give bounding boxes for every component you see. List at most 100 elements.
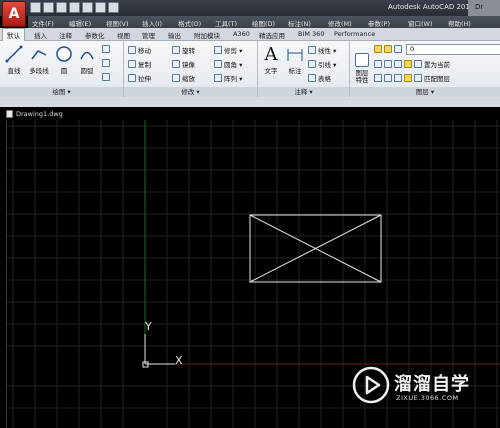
layer-state-icons	[374, 45, 402, 53]
lock-icon[interactable]	[394, 45, 402, 53]
draw-panel: 直线 多段线 圆 圆弧 绘图 ▾	[0, 41, 124, 97]
tab-view[interactable]: 视图	[117, 30, 130, 40]
table-tool[interactable]: 表格	[308, 73, 331, 83]
layer-dropdown[interactable]: 0	[406, 44, 500, 55]
tab-addins[interactable]: 附加模块	[194, 30, 220, 40]
draw-panel-title[interactable]: 绘图 ▾	[0, 87, 123, 97]
tab-a360[interactable]: A360	[233, 30, 250, 38]
hatch-tool[interactable]	[102, 59, 110, 67]
tab-default[interactable]: 默认	[2, 28, 25, 42]
tab-manage[interactable]: 管理	[142, 30, 155, 40]
save-icon[interactable]	[56, 2, 67, 13]
layer-tool-icon[interactable]	[374, 60, 382, 68]
document-bar	[0, 97, 500, 107]
rotate-tool[interactable]: 旋转	[172, 45, 195, 55]
arc-icon	[80, 51, 94, 60]
menu-tools[interactable]: 工具(T)	[215, 18, 237, 28]
menu-help[interactable]: 帮助(H)	[448, 18, 471, 28]
layer-tool-icon[interactable]	[384, 74, 392, 82]
set-current-label[interactable]: 置为当前	[424, 59, 450, 69]
save-as-icon[interactable]	[69, 2, 80, 13]
tab-annotate[interactable]: 注释	[59, 30, 72, 40]
array-tool[interactable]: 阵列 ▾	[214, 73, 242, 83]
layer-tool-icon[interactable]	[404, 74, 412, 82]
menu-modify[interactable]: 修改(M)	[328, 18, 352, 28]
fillet-icon	[214, 60, 222, 68]
hatch-icon	[102, 59, 110, 67]
tab-output[interactable]: 输出	[168, 30, 181, 40]
layer-tool-icon[interactable]	[394, 60, 402, 68]
drawing-file-icon	[6, 110, 13, 118]
menu-view[interactable]: 视图(V)	[106, 18, 129, 28]
menu-dimension[interactable]: 标注(N)	[288, 18, 311, 28]
layer-tool-icon[interactable]	[384, 60, 392, 68]
trim-tool[interactable]: 修剪 ▾	[214, 45, 242, 55]
leader-tool[interactable]: 引线 ▾	[308, 59, 336, 69]
layer-tool-icon[interactable]	[404, 60, 412, 68]
undo-icon[interactable]	[95, 2, 106, 13]
text-icon: A	[264, 44, 278, 65]
redo-icon[interactable]	[108, 2, 119, 13]
menu-window[interactable]: 窗口(W)	[408, 18, 433, 28]
layers-panel: 图层 特性 0 置为当前 匹配图层 图层 ▾	[350, 41, 500, 97]
title-bar: A Autodesk AutoCAD 2016 Dr	[0, 0, 500, 27]
new-icon[interactable]	[30, 2, 41, 13]
play-logo-icon	[352, 366, 390, 404]
copy-tool[interactable]: 复制	[128, 59, 151, 69]
layer-tool-icon[interactable]	[394, 74, 402, 82]
open-icon[interactable]	[43, 2, 54, 13]
layer-properties-tool[interactable]: 图层 特性	[352, 53, 372, 84]
menu-insert[interactable]: 插入(I)	[142, 18, 162, 28]
title-right: Dr	[468, 0, 500, 16]
print-icon[interactable]	[82, 2, 93, 13]
modify-panel-title[interactable]: 修改 ▾	[124, 87, 257, 97]
mirror-tool[interactable]: 镜像	[172, 59, 195, 69]
annotation-panel-title[interactable]: 注释 ▾	[258, 87, 349, 97]
rectangle-icon	[102, 45, 110, 53]
region-tool[interactable]	[102, 73, 110, 81]
menu-format[interactable]: 格式(O)	[178, 18, 201, 28]
layers-panel-title[interactable]: 图层 ▾	[350, 87, 500, 97]
layer-tool-icon[interactable]	[374, 74, 382, 82]
tab-performance[interactable]: Performance	[334, 30, 375, 38]
match-layer-label[interactable]: 匹配图层	[424, 73, 450, 83]
circle-tool[interactable]: 圆	[54, 45, 74, 75]
layer-properties-icon	[355, 53, 369, 67]
line-icon	[5, 45, 23, 63]
copy-icon	[128, 60, 136, 68]
sun-icon[interactable]	[384, 45, 392, 53]
match-layer-icon[interactable]	[414, 74, 422, 82]
ucs-x-label: X	[175, 354, 183, 367]
menu-parametric[interactable]: 参数(P)	[368, 18, 390, 28]
menu-draw[interactable]: 绘图(D)	[252, 18, 275, 28]
watermark-url: ZIXUE.3066.COM	[396, 394, 459, 402]
application-menu-button[interactable]: A	[2, 1, 26, 27]
polyline-tool[interactable]: 多段线	[26, 45, 52, 75]
watermark-brand: 溜溜自学	[394, 374, 470, 395]
linear-dim-tool[interactable]: 线性 ▾	[308, 45, 336, 55]
dimension-tool[interactable]: 标注	[284, 45, 306, 75]
menu-edit[interactable]: 编辑(E)	[69, 18, 91, 28]
set-current-icon[interactable]	[414, 60, 422, 68]
layer-tools-row-1: 置为当前	[374, 59, 450, 69]
lightbulb-icon[interactable]	[374, 45, 382, 53]
rectangle-tool[interactable]	[102, 45, 110, 53]
menu-file[interactable]: 文件(F)	[32, 18, 54, 28]
scale-tool[interactable]: 缩放	[172, 73, 195, 83]
tab-insert[interactable]: 插入	[34, 30, 47, 40]
tab-parametric[interactable]: 参数化	[85, 30, 105, 40]
ribbon-tabs: 默认 插入 注释 参数化 视图 管理 输出 附加模块 A360 精选应用 BIM…	[0, 28, 500, 42]
array-icon	[214, 74, 222, 82]
stretch-tool[interactable]: 拉伸	[128, 73, 151, 83]
tab-featured-apps[interactable]: 精选应用	[259, 30, 285, 40]
ribbon-panel: 直线 多段线 圆 圆弧 绘图 ▾ 移动 旋转 修剪 ▾ 复制 镜像 圆角 ▾ 拉…	[0, 41, 500, 97]
rectangle-with-diagonals[interactable]	[249, 214, 382, 283]
text-tool[interactable]: A 文字	[260, 44, 282, 76]
document-tab[interactable]: Drawing1.dwg	[6, 108, 78, 120]
move-tool[interactable]: 移动	[128, 45, 151, 55]
tab-bim360[interactable]: BIM 360	[298, 30, 324, 38]
region-icon	[102, 73, 110, 81]
line-tool[interactable]: 直线	[3, 45, 25, 75]
fillet-tool[interactable]: 圆角 ▾	[214, 59, 242, 69]
arc-tool[interactable]: 圆弧	[76, 45, 98, 75]
